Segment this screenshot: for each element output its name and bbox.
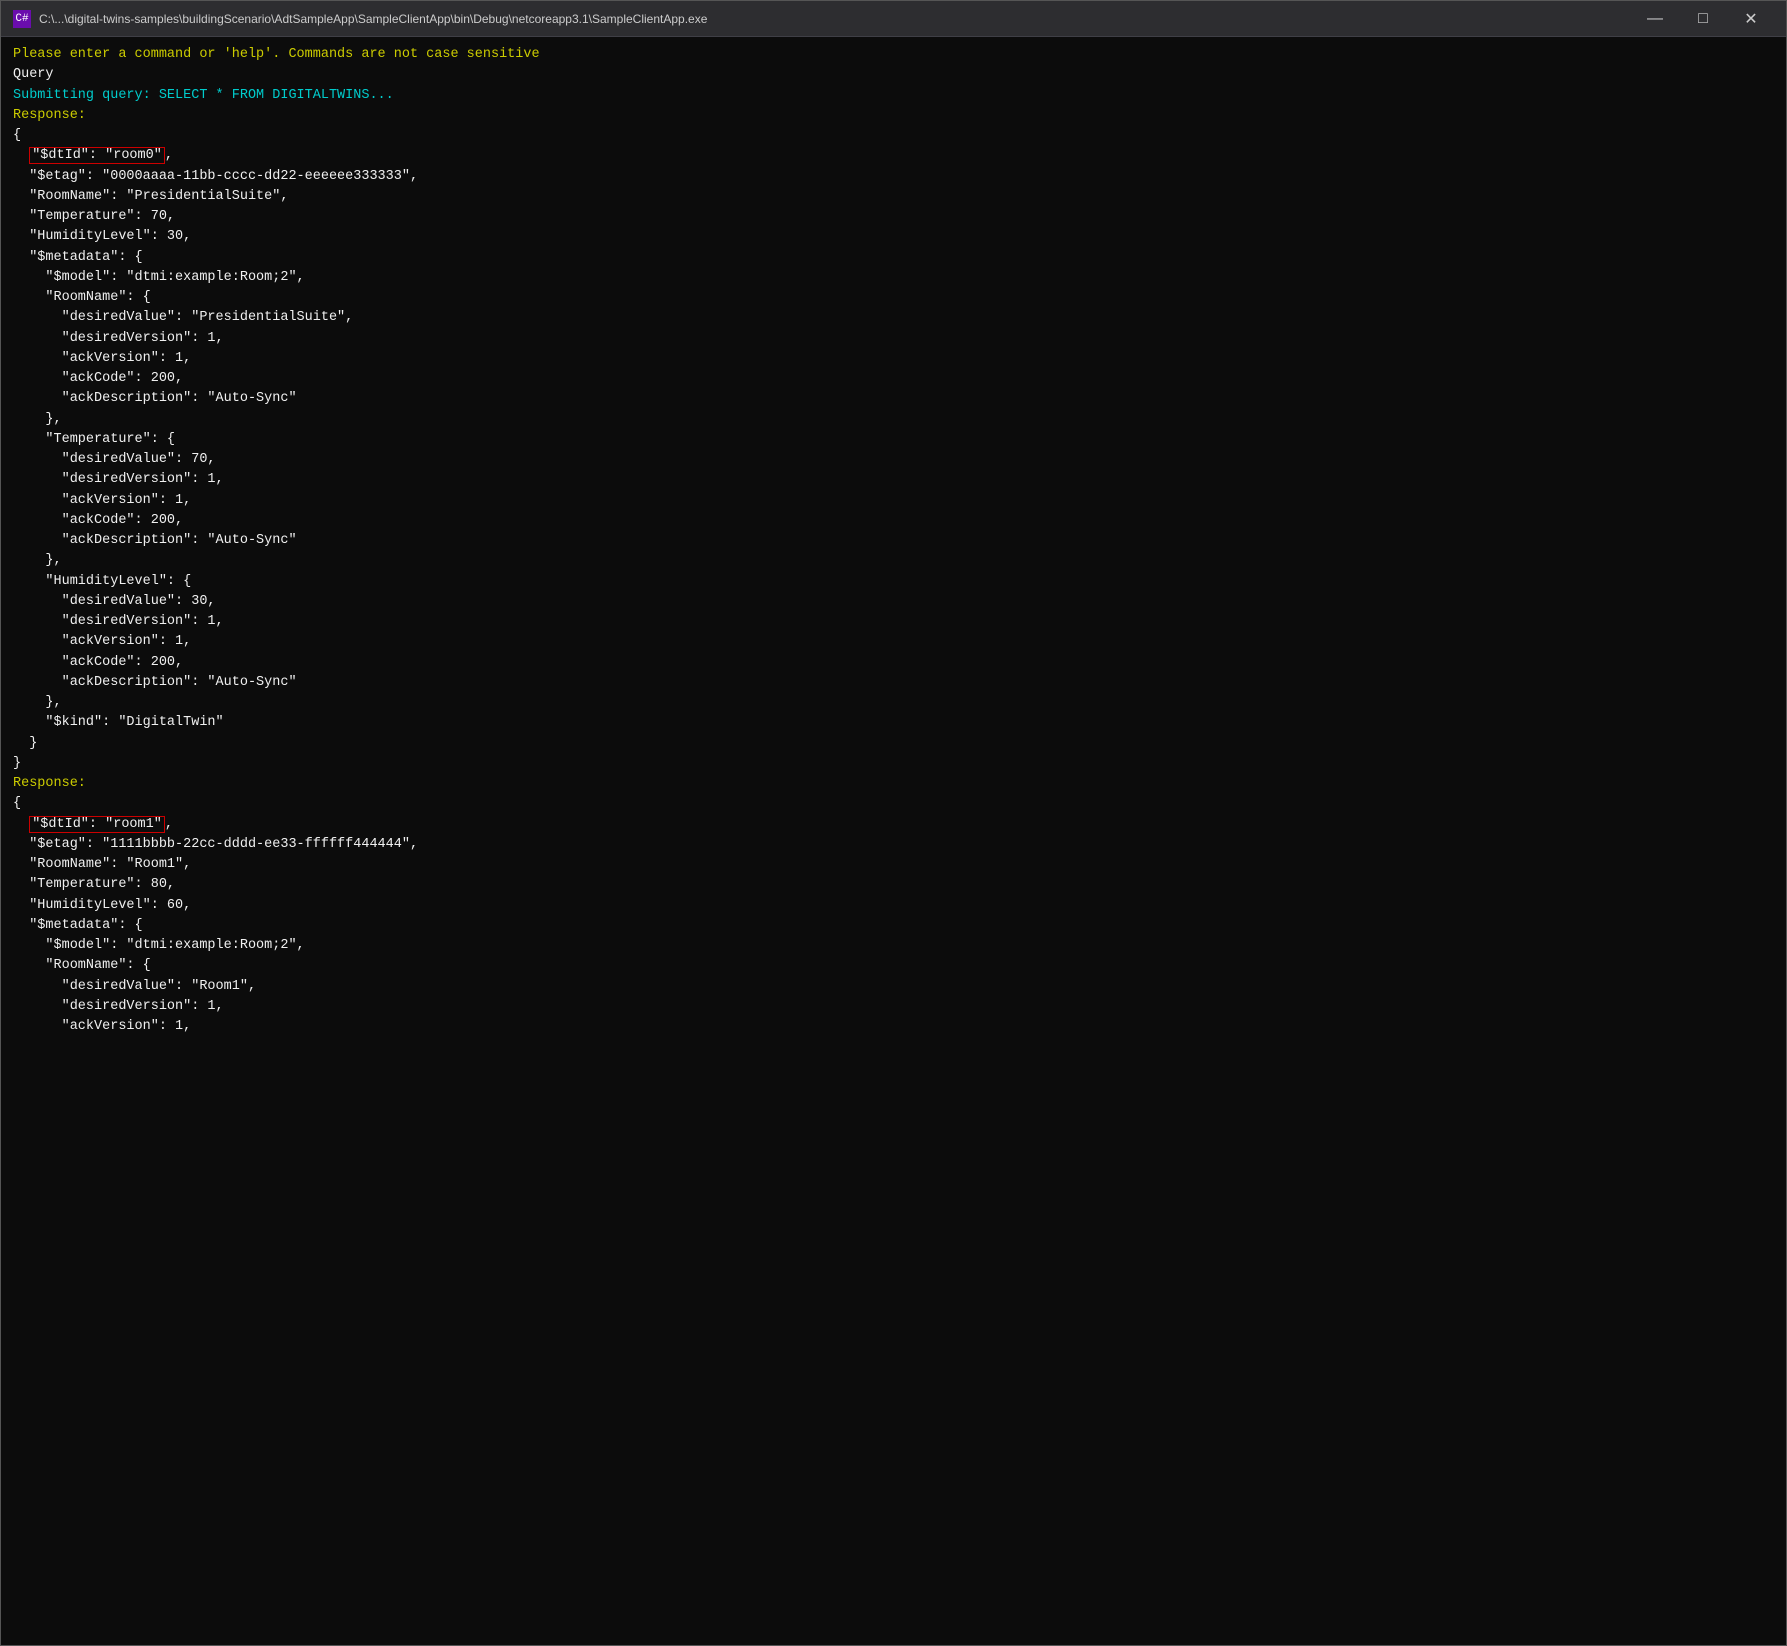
console-line: "$dtId": "room0",: [13, 146, 1774, 166]
app-icon: C#: [13, 10, 31, 28]
console-line: "Temperature": {: [13, 430, 1774, 450]
console-line: Please enter a command or 'help'. Comman…: [13, 45, 1774, 65]
console-line: Submitting query: SELECT * FROM DIGITALT…: [13, 86, 1774, 106]
console-line: "$metadata": {: [13, 248, 1774, 268]
window: C# C:\...\digital-twins-samples\building…: [0, 0, 1787, 1646]
console-line: "Temperature": 70,: [13, 207, 1774, 227]
console-line: {: [13, 126, 1774, 146]
console-line: "desiredValue": "PresidentialSuite",: [13, 308, 1774, 328]
title-bar-path: C:\...\digital-twins-samples\buildingSce…: [39, 12, 1632, 26]
console-line: "Temperature": 80,: [13, 875, 1774, 895]
console-line: "desiredVersion": 1,: [13, 329, 1774, 349]
console-line: "HumidityLevel": 60,: [13, 896, 1774, 916]
title-bar: C# C:\...\digital-twins-samples\building…: [1, 1, 1786, 37]
console-line: "ackVersion": 1,: [13, 632, 1774, 652]
console-line: "$dtId": "room1",: [13, 815, 1774, 835]
console-line: "HumidityLevel": {: [13, 572, 1774, 592]
window-controls: — □ ✕: [1632, 1, 1774, 37]
console-line: "desiredValue": "Room1",: [13, 977, 1774, 997]
console-line: "ackVersion": 1,: [13, 1017, 1774, 1037]
console-line: Response:: [13, 774, 1774, 794]
console-line: }: [13, 754, 1774, 774]
console-line: }: [13, 734, 1774, 754]
console-line: "desiredVersion": 1,: [13, 997, 1774, 1017]
console-line: "ackVersion": 1,: [13, 491, 1774, 511]
console-line: "ackDescription": "Auto-Sync": [13, 531, 1774, 551]
console-line: "HumidityLevel": 30,: [13, 227, 1774, 247]
console-line: },: [13, 551, 1774, 571]
console-line: "RoomName": "Room1",: [13, 855, 1774, 875]
console-line: "$etag": "0000aaaa-11bb-cccc-dd22-eeeeee…: [13, 167, 1774, 187]
console-line: "desiredValue": 70,: [13, 450, 1774, 470]
console-line: Response:: [13, 106, 1774, 126]
console-line: Query: [13, 65, 1774, 85]
console-output: Please enter a command or 'help'. Comman…: [1, 37, 1786, 1645]
console-line: "ackVersion": 1,: [13, 349, 1774, 369]
console-line: },: [13, 410, 1774, 430]
console-line: "$etag": "1111bbbb-22cc-dddd-ee33-ffffff…: [13, 835, 1774, 855]
console-line: "ackDescription": "Auto-Sync": [13, 673, 1774, 693]
console-line: "RoomName": {: [13, 288, 1774, 308]
console-line: "ackCode": 200,: [13, 511, 1774, 531]
console-line: "$model": "dtmi:example:Room;2",: [13, 936, 1774, 956]
close-button[interactable]: ✕: [1728, 1, 1774, 37]
console-line: "$model": "dtmi:example:Room;2",: [13, 268, 1774, 288]
console-line: "desiredVersion": 1,: [13, 470, 1774, 490]
console-line: },: [13, 693, 1774, 713]
console-line: "RoomName": {: [13, 956, 1774, 976]
console-line: "desiredVersion": 1,: [13, 612, 1774, 632]
console-line: "desiredValue": 30,: [13, 592, 1774, 612]
minimize-button[interactable]: —: [1632, 1, 1678, 37]
maximize-button[interactable]: □: [1680, 1, 1726, 37]
console-line: "$kind": "DigitalTwin": [13, 713, 1774, 733]
console-line: "ackCode": 200,: [13, 369, 1774, 389]
console-line: "RoomName": "PresidentialSuite",: [13, 187, 1774, 207]
console-line: "$metadata": {: [13, 916, 1774, 936]
console-line: "ackDescription": "Auto-Sync": [13, 389, 1774, 409]
console-line: {: [13, 794, 1774, 814]
console-line: "ackCode": 200,: [13, 653, 1774, 673]
